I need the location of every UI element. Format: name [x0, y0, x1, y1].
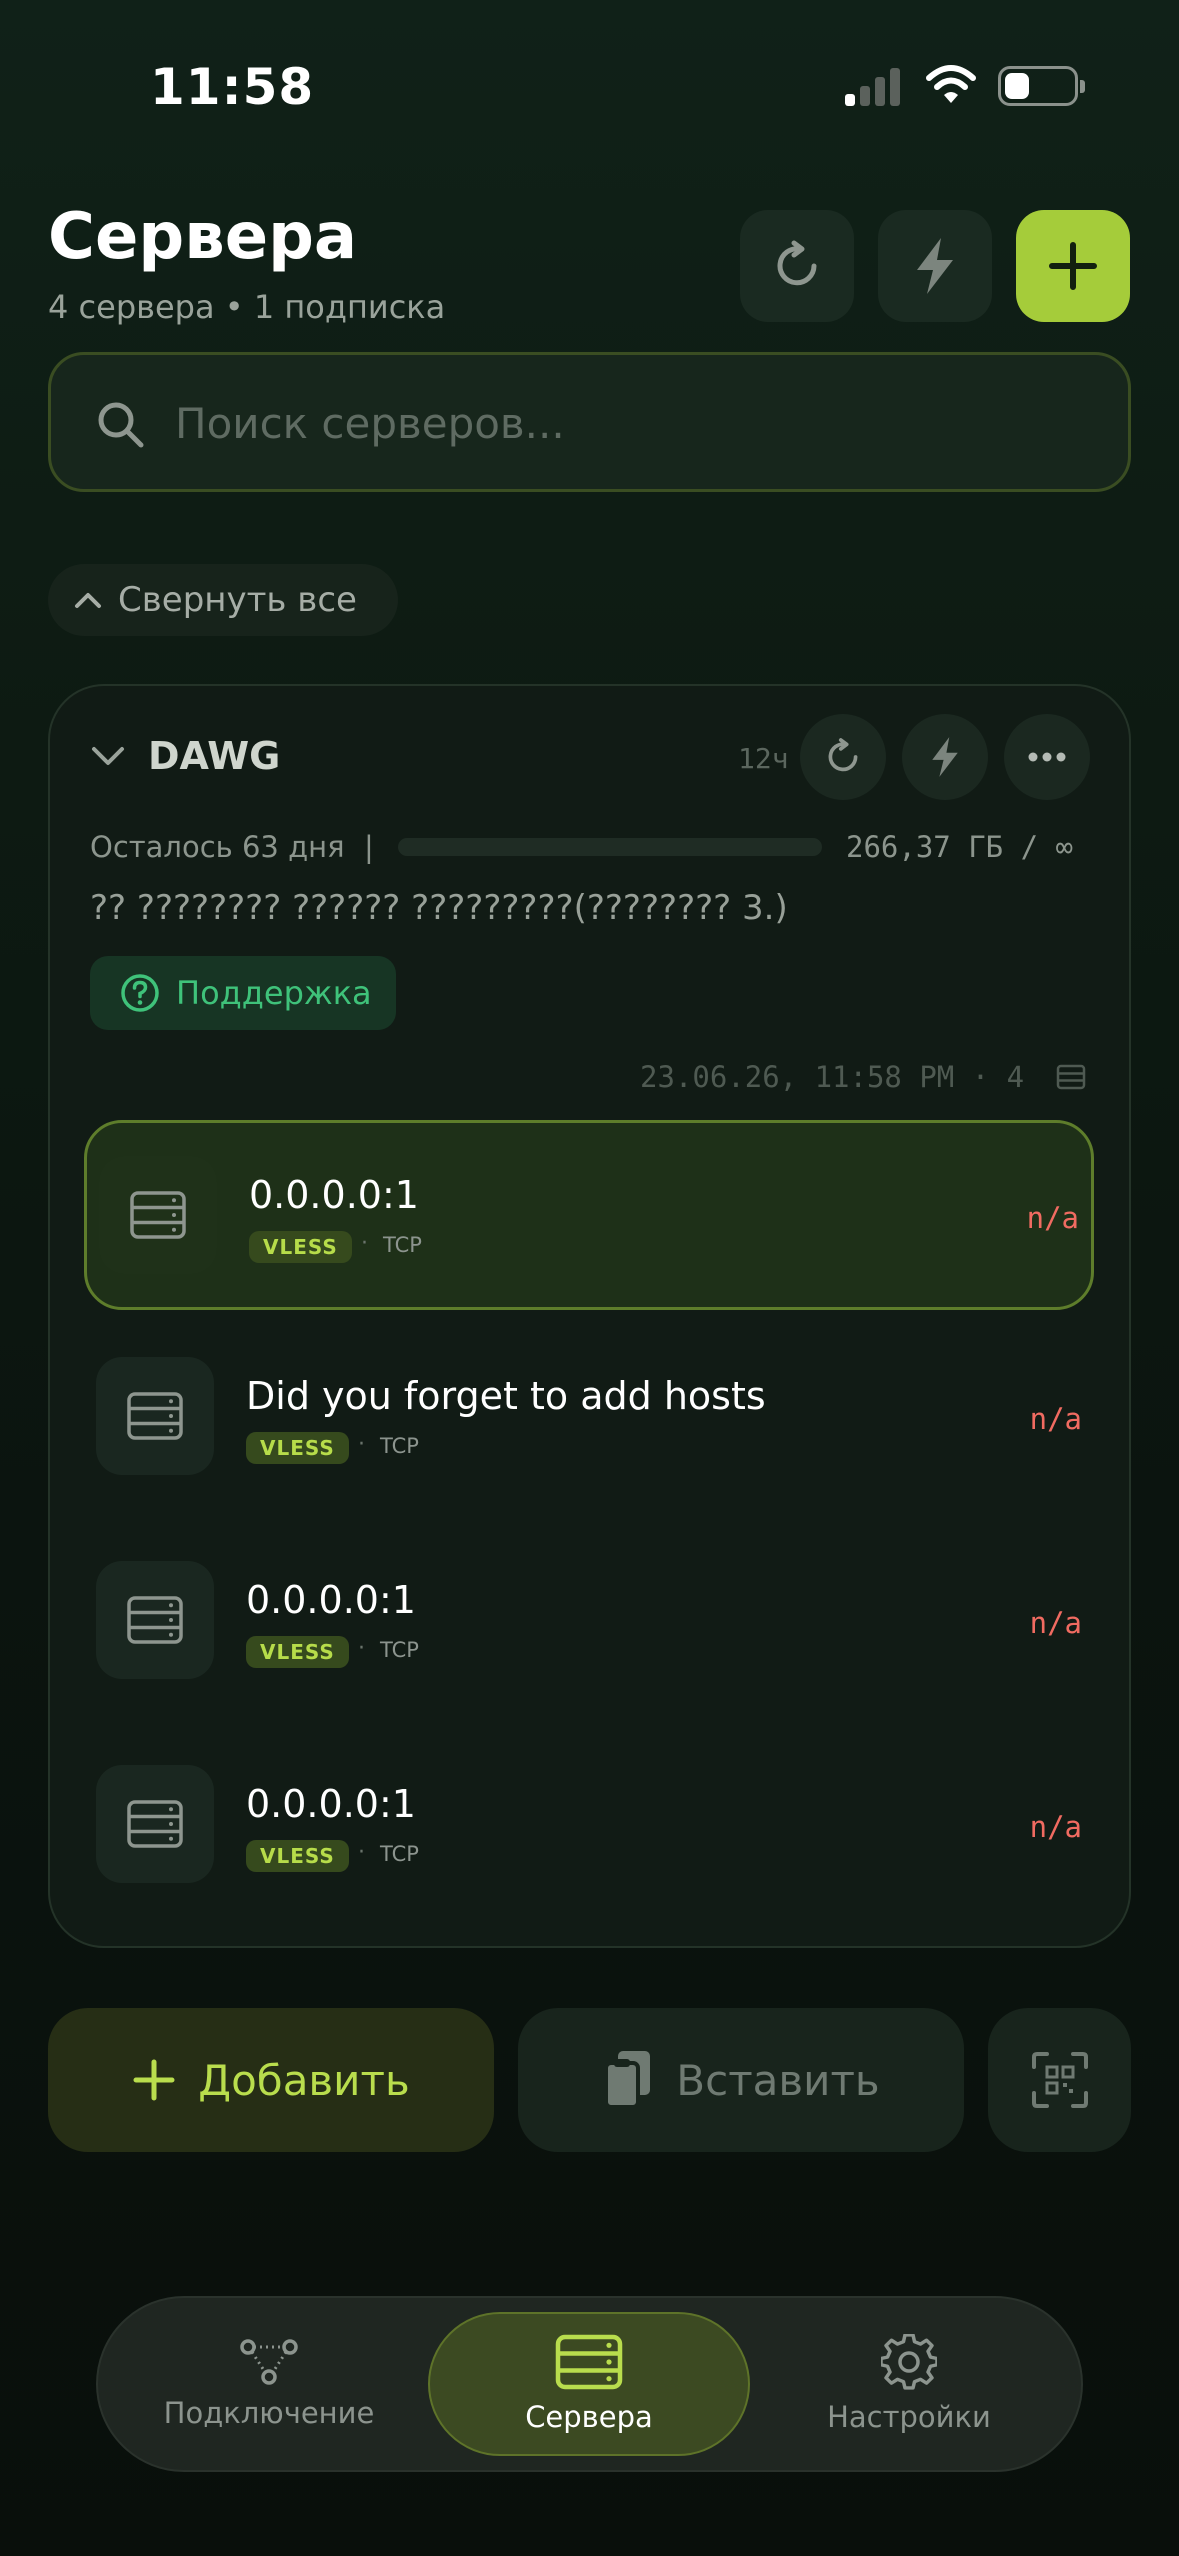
status-time: 11:58 [150, 58, 315, 116]
protocol-badge: VLESS [249, 1231, 352, 1263]
group-updated-ago: 12ч [738, 742, 789, 775]
refresh-button[interactable] [740, 210, 854, 322]
separator-dot: · [358, 1432, 365, 1457]
server-row[interactable]: Did you forget to add hosts VLESS · TCP … [84, 1324, 1094, 1514]
server-ping: n/a [1026, 1201, 1079, 1235]
battery-icon [998, 66, 1085, 106]
tab-connection[interactable]: Подключение [124, 2312, 414, 2456]
search-icon [98, 402, 144, 448]
subscription-remaining: Осталось 63 дня [90, 830, 345, 864]
separator-dot: · [361, 1231, 368, 1256]
server-ping: n/a [1029, 1810, 1082, 1844]
traffic-usage-bar [398, 838, 822, 856]
server-icon-tile [96, 1765, 214, 1883]
chevron-down-icon[interactable] [88, 736, 128, 776]
lightning-icon [932, 737, 958, 777]
server-name: 0.0.0.0:1 [246, 1782, 416, 1826]
refresh-icon [777, 240, 817, 286]
separator-dot: · [358, 1840, 365, 1865]
transport-label: TCP [380, 1434, 419, 1458]
scan-qr-button[interactable] [988, 2008, 1131, 2152]
server-row[interactable]: 0.0.0.0:1 VLESS · TCP n/a [84, 1732, 1094, 1922]
server-icon-tile [99, 1156, 217, 1274]
protocol-badge: VLESS [246, 1432, 349, 1464]
server-icon-tile [96, 1561, 214, 1679]
group-name[interactable]: DAWG [148, 734, 280, 778]
server-name: Did you forget to add hosts [246, 1374, 766, 1418]
server-stack-icon [130, 1191, 186, 1239]
cellular-signal-icon [845, 64, 905, 106]
group-description: ?? ???????? ?????? ?????????(???????? 3.… [90, 888, 788, 928]
tab-connection-label: Подключение [163, 2396, 375, 2430]
group-ping-button[interactable] [902, 714, 988, 800]
plus-icon [1049, 242, 1097, 290]
server-stack-icon [127, 1800, 183, 1848]
help-circle-icon [121, 974, 159, 1012]
search-field[interactable]: Поиск серверов... [48, 352, 1131, 492]
server-stack-icon [1056, 1064, 1086, 1090]
tab-settings[interactable]: Настройки [764, 2312, 1054, 2456]
servers-icon [555, 2334, 623, 2390]
support-label: Поддержка [176, 974, 372, 1012]
tab-servers-label: Сервера [525, 2400, 653, 2434]
protocol-badge: VLESS [246, 1636, 349, 1668]
chevron-up-icon [75, 593, 101, 608]
traffic-used: 266,37 ГБ / ∞ [846, 830, 1073, 864]
collapse-all-label: Свернуть все [118, 580, 357, 620]
transport-label: TCP [380, 1842, 419, 1866]
tab-settings-label: Настройки [827, 2400, 991, 2434]
collapse-all-button[interactable]: Свернуть все [48, 564, 398, 636]
server-stack-icon [127, 1596, 183, 1644]
paste-button-label: Вставить [676, 2055, 880, 2105]
server-name: 0.0.0.0:1 [249, 1173, 419, 1217]
page-subtitle: 4 сервера • 1 подписка [48, 288, 446, 326]
refresh-icon [828, 738, 858, 772]
server-name: 0.0.0.0:1 [246, 1578, 416, 1622]
transport-label: TCP [383, 1233, 422, 1257]
search-placeholder: Поиск серверов... [175, 399, 565, 448]
server-ping: n/a [1029, 1606, 1082, 1640]
wifi-icon [925, 62, 977, 106]
add-server-button[interactable] [1016, 210, 1130, 322]
qr-scan-icon [1031, 2052, 1088, 2108]
add-button[interactable]: Добавить [48, 2008, 494, 2152]
page-title: Сервера [48, 200, 358, 274]
server-row[interactable]: 0.0.0.0:1 VLESS · TCP n/a [84, 1528, 1094, 1718]
server-icon-tile [96, 1357, 214, 1475]
server-row[interactable]: 0.0.0.0:1 VLESS · TCP n/a [84, 1120, 1094, 1310]
group-more-button[interactable] [1004, 714, 1090, 800]
support-button[interactable]: Поддержка [90, 956, 396, 1030]
subscription-separator: | [364, 830, 374, 864]
more-horizontal-icon [1028, 752, 1066, 762]
server-ping: n/a [1029, 1402, 1082, 1436]
lightning-icon [917, 238, 953, 294]
protocol-badge: VLESS [246, 1840, 349, 1872]
add-button-label: Добавить [198, 2055, 410, 2105]
plus-icon [133, 2059, 175, 2101]
group-meta: 23.06.26, 11:58 PM · 4 [640, 1060, 1025, 1094]
ping-all-button[interactable] [878, 210, 992, 322]
server-stack-icon [127, 1392, 183, 1440]
transport-label: TCP [380, 1638, 419, 1662]
gear-icon [881, 2334, 937, 2390]
clipboard-icon [604, 2051, 651, 2109]
separator-dot: · [358, 1636, 365, 1661]
nodes-icon [240, 2339, 298, 2385]
paste-button[interactable]: Вставить [518, 2008, 964, 2152]
tab-servers[interactable]: Сервера [428, 2312, 750, 2456]
group-refresh-button[interactable] [800, 714, 886, 800]
